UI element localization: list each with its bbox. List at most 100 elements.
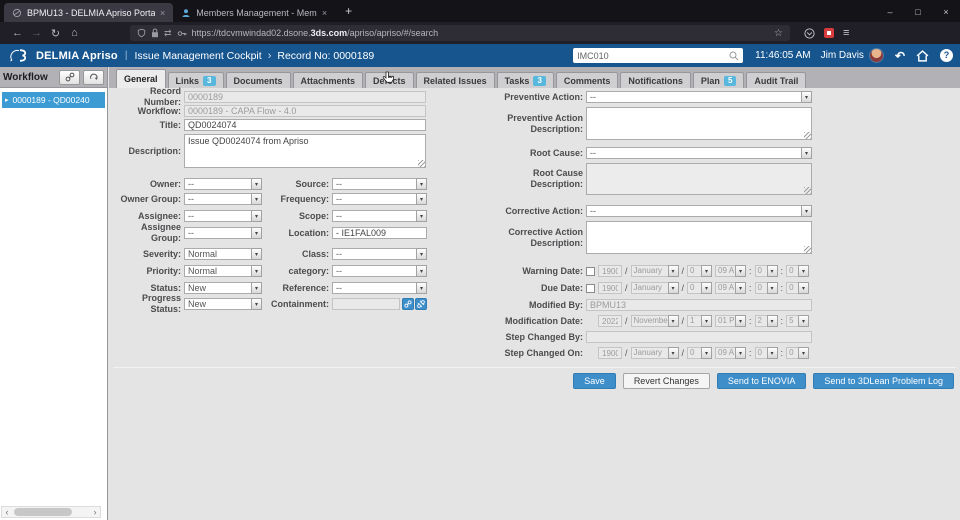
containment-unlink-button[interactable] [415,298,427,310]
save-button[interactable]: Save [573,373,616,389]
modification-date-minute-select: 2 ▾ [754,315,778,327]
severity-select[interactable]: Normal ▾ [184,248,262,260]
address-bar[interactable]: ⇄ https://tdcvmwindad02.dsone.3ds.com/ap… [130,25,790,41]
tab-related-issues[interactable]: Related Issues [415,72,495,88]
tab-attachments[interactable]: Attachments [292,72,364,88]
assignee-group-select[interactable]: -- ▾ [184,227,262,239]
reference-select[interactable]: -- ▾ [332,282,427,294]
sidebar-horizontal-scrollbar[interactable]: ‹ › [1,506,101,518]
due-date-second-select[interactable]: 0 ▾ [786,282,810,294]
category-select[interactable]: -- ▾ [332,265,427,277]
tab-plan[interactable]: Plan 5 [692,72,745,88]
corrective-action-description-field[interactable] [586,221,812,254]
workflow-node-label: 0000189 - QD00240 [12,95,90,105]
chevron-down-icon: ▾ [667,265,679,277]
search-input[interactable] [577,50,730,61]
scrollbar-thumb[interactable] [14,508,72,516]
search-icon[interactable] [729,51,739,61]
warning-date-month-select[interactable]: January ▾ [630,265,679,277]
app-header: DELMIA Apriso | Issue Management Cockpit… [0,44,960,67]
warning-date-hour-select[interactable]: 09 A ▾ [715,265,747,277]
containment-label: Containment: [271,298,329,309]
title-field[interactable] [184,119,426,131]
home-icon[interactable] [916,49,929,62]
status-select[interactable]: New ▾ [184,282,262,294]
tab-close-icon[interactable]: × [322,8,327,18]
chevron-down-icon: ▾ [251,227,262,239]
scope-select[interactable]: -- ▾ [332,210,427,222]
due-date-hour-select[interactable]: 09 A ▾ [715,282,747,294]
scroll-left-icon[interactable]: ‹ [2,507,12,517]
due-date-month-select[interactable]: January ▾ [630,282,679,294]
due-date-day-select[interactable]: 0 ▾ [687,282,713,294]
owner-label: Owner: [149,178,181,189]
assignee-select[interactable]: -- ▾ [184,210,262,222]
description-field[interactable]: Issue QD0024074 from Apriso [184,134,426,168]
class-select[interactable]: -- ▾ [332,248,427,260]
tab-tasks[interactable]: Tasks 3 [496,72,554,88]
workflow-link-button[interactable] [59,69,80,85]
bookmark-star-icon[interactable]: ☆ [774,28,783,39]
date-separator: / [625,348,628,358]
source-select[interactable]: -- ▾ [332,178,427,190]
expand-icon[interactable]: ▸ [5,96,9,104]
warning-date-second-select[interactable]: 0 ▾ [786,265,810,277]
user-name[interactable]: Jim Davis [821,50,864,61]
location-field[interactable] [332,227,427,239]
tab-comments[interactable]: Comments [555,72,619,88]
corrective-action-select[interactable]: -- ▾ [586,205,812,217]
revert-changes-button[interactable]: Revert Changes [622,373,710,389]
priority-select[interactable]: Normal ▾ [184,265,262,277]
close-button[interactable]: × [932,2,960,22]
workflow-refresh-button[interactable] [83,69,104,85]
tab-documents[interactable]: Documents [225,72,291,88]
modified-by-field [586,299,812,311]
tab-audit-trail[interactable]: Audit Trail [746,72,807,88]
frequency-select[interactable]: -- ▾ [332,193,427,205]
preventive-action-description-field[interactable] [586,107,812,140]
pocket-icon[interactable] [804,27,815,39]
due-date-minute-select[interactable]: 0 ▾ [754,282,778,294]
maximize-button[interactable]: □ [904,2,932,22]
undo-icon[interactable]: ↶ [895,49,905,63]
warning-date-minute-select[interactable]: 0 ▾ [754,265,778,277]
forward-icon[interactable]: → [27,27,46,39]
chevron-down-icon: ▾ [667,347,679,359]
progress-status-select[interactable]: New ▾ [184,298,262,310]
shield-icon[interactable] [137,28,146,38]
send-to-3dlean-button[interactable]: Send to 3DLean Problem Log [813,373,954,389]
browser-tab-apriso[interactable]: BPMU13 - DELMIA Apriso Portal × [4,3,174,22]
back-icon[interactable]: ← [8,27,27,39]
assignee-group-location-row: Assignee Group: -- ▾ Location: [111,222,427,243]
root-cause-select[interactable]: -- ▾ [586,147,812,159]
workflow-node-selected[interactable]: ▸ 0000189 - QD00240 [2,92,105,108]
user-avatar[interactable] [868,48,884,63]
help-icon[interactable]: ? [940,49,953,62]
lock-icon[interactable] [151,28,159,38]
new-tab-button[interactable]: + [335,0,362,22]
container-swap-icon[interactable]: ⇄ [164,28,172,39]
send-to-enovia-button[interactable]: Send to ENOVIA [716,373,807,389]
key-icon[interactable] [177,29,187,38]
owner-select[interactable]: -- ▾ [184,178,262,190]
browser-tab-members[interactable]: Members Management - Mem × [173,3,335,22]
warning-date-day-select[interactable]: 0 ▾ [687,265,713,277]
chevron-down-icon: ▾ [701,315,713,327]
preventive-action-select[interactable]: -- ▾ [586,91,812,103]
app-title[interactable]: Issue Management Cockpit [134,50,261,62]
warning-date-checkbox[interactable] [586,266,595,276]
containment-link-button[interactable] [402,298,414,310]
chevron-down-icon: ▾ [798,282,810,294]
tab-notifications[interactable]: Notifications [620,72,691,88]
links-count-badge: 3 [203,75,216,86]
owner-group-select[interactable]: -- ▾ [184,193,262,205]
minimize-button[interactable]: – [876,2,904,22]
hamburger-menu-icon[interactable]: ≡ [843,27,849,39]
browser-home-icon[interactable]: ⌂ [65,27,84,39]
due-date-checkbox[interactable] [586,283,595,293]
scroll-right-icon[interactable]: › [90,507,100,517]
screen: BPMU13 - DELMIA Apriso Portal × Members … [0,0,960,520]
extension-icon[interactable] [824,28,834,38]
reload-icon[interactable]: ↻ [46,27,65,40]
tab-close-icon[interactable]: × [160,8,165,18]
